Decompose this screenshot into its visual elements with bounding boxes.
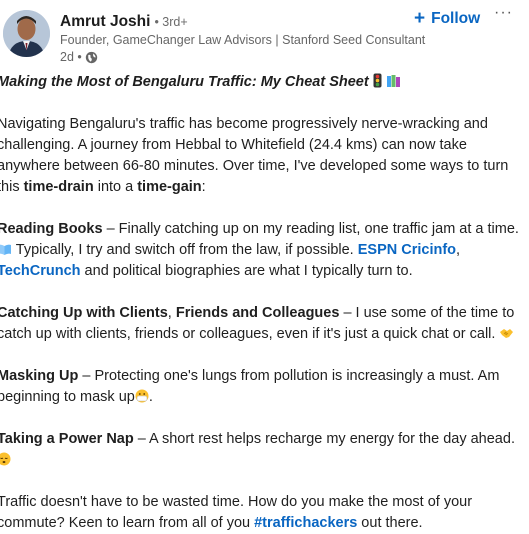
- handshake-icon: [500, 329, 514, 338]
- mask-face-icon: [135, 389, 149, 403]
- item2-heading-sep: ,: [167, 305, 176, 321]
- item4-text: – A short rest helps recharge my energy …: [133, 431, 515, 447]
- post-time: 2d •: [60, 50, 82, 64]
- globe-icon: [85, 51, 97, 63]
- hashtag-traffichackers-link[interactable]: #traffichackers: [254, 515, 357, 531]
- intro-text-mid: into a: [93, 179, 138, 195]
- follow-button[interactable]: + Follow: [414, 8, 481, 29]
- sleeping-face-icon: [0, 452, 11, 466]
- item-power-nap: Taking a Power Nap – A short rest helps …: [0, 429, 525, 471]
- name-row: Amrut Joshi • 3rd+: [60, 12, 425, 32]
- closing-paragraph: Traffic doesn't have to be wasted time. …: [0, 492, 525, 534]
- techcrunch-link[interactable]: TechCrunch: [0, 263, 81, 279]
- author-headline: Founder, GameChanger Law Advisors | Stan…: [60, 33, 426, 47]
- follow-label: Follow: [431, 10, 481, 27]
- item2-heading-a: Catching Up with Clients: [0, 305, 168, 321]
- intro-bold-time-drain: time-drain: [23, 179, 94, 195]
- item2-heading-b: Friends and Colleagues: [175, 305, 340, 321]
- item1-separator: ,: [456, 242, 461, 258]
- item1-text-2: Typically, I try and switch off from the…: [12, 242, 358, 258]
- item3-heading: Masking Up: [0, 368, 79, 384]
- open-book-icon: [0, 244, 11, 255]
- author-name[interactable]: Amrut Joshi: [60, 12, 150, 32]
- post-meta: 2d •: [60, 49, 425, 65]
- item1-text: – Finally catching up on my reading list…: [102, 221, 519, 237]
- closing-end: out there.: [357, 515, 423, 531]
- author-info: Amrut Joshi • 3rd+ Founder, GameChanger …: [60, 12, 425, 65]
- post-body: Making the Most of Bengaluru Traffic: My…: [0, 72, 525, 534]
- more-options-button[interactable]: ···: [494, 4, 513, 22]
- item4-heading: Taking a Power Nap: [0, 431, 134, 447]
- espn-cricinfo-link[interactable]: ESPN Cricinfo: [358, 242, 456, 258]
- connection-degree: • 3rd+: [154, 15, 188, 29]
- author-avatar[interactable]: [3, 10, 50, 57]
- item-masking-up: Masking Up – Protecting one's lungs from…: [0, 366, 525, 408]
- post-title: Making the Most of Bengaluru Traffic: My…: [0, 72, 525, 93]
- intro-paragraph: Navigating Bengaluru's traffic has becom…: [0, 114, 525, 198]
- plus-icon: +: [414, 8, 426, 29]
- item-catching-up: Catching Up with Clients, Friends and Co…: [0, 303, 525, 345]
- books-icon: [386, 75, 400, 87]
- item1-heading: Reading Books: [0, 221, 103, 237]
- item-reading-books: Reading Books – Finally catching up on m…: [0, 219, 525, 282]
- item3-end: .: [148, 389, 153, 405]
- traffic-light-icon: [373, 73, 382, 88]
- intro-bold-time-gain: time-gain: [137, 179, 202, 195]
- avatar-photo: [3, 10, 50, 57]
- intro-text-end: :: [201, 179, 206, 195]
- post-title-text: Making the Most of Bengaluru Traffic: My…: [0, 74, 369, 90]
- item1-text-3: and political biographies are what I typ…: [80, 263, 413, 279]
